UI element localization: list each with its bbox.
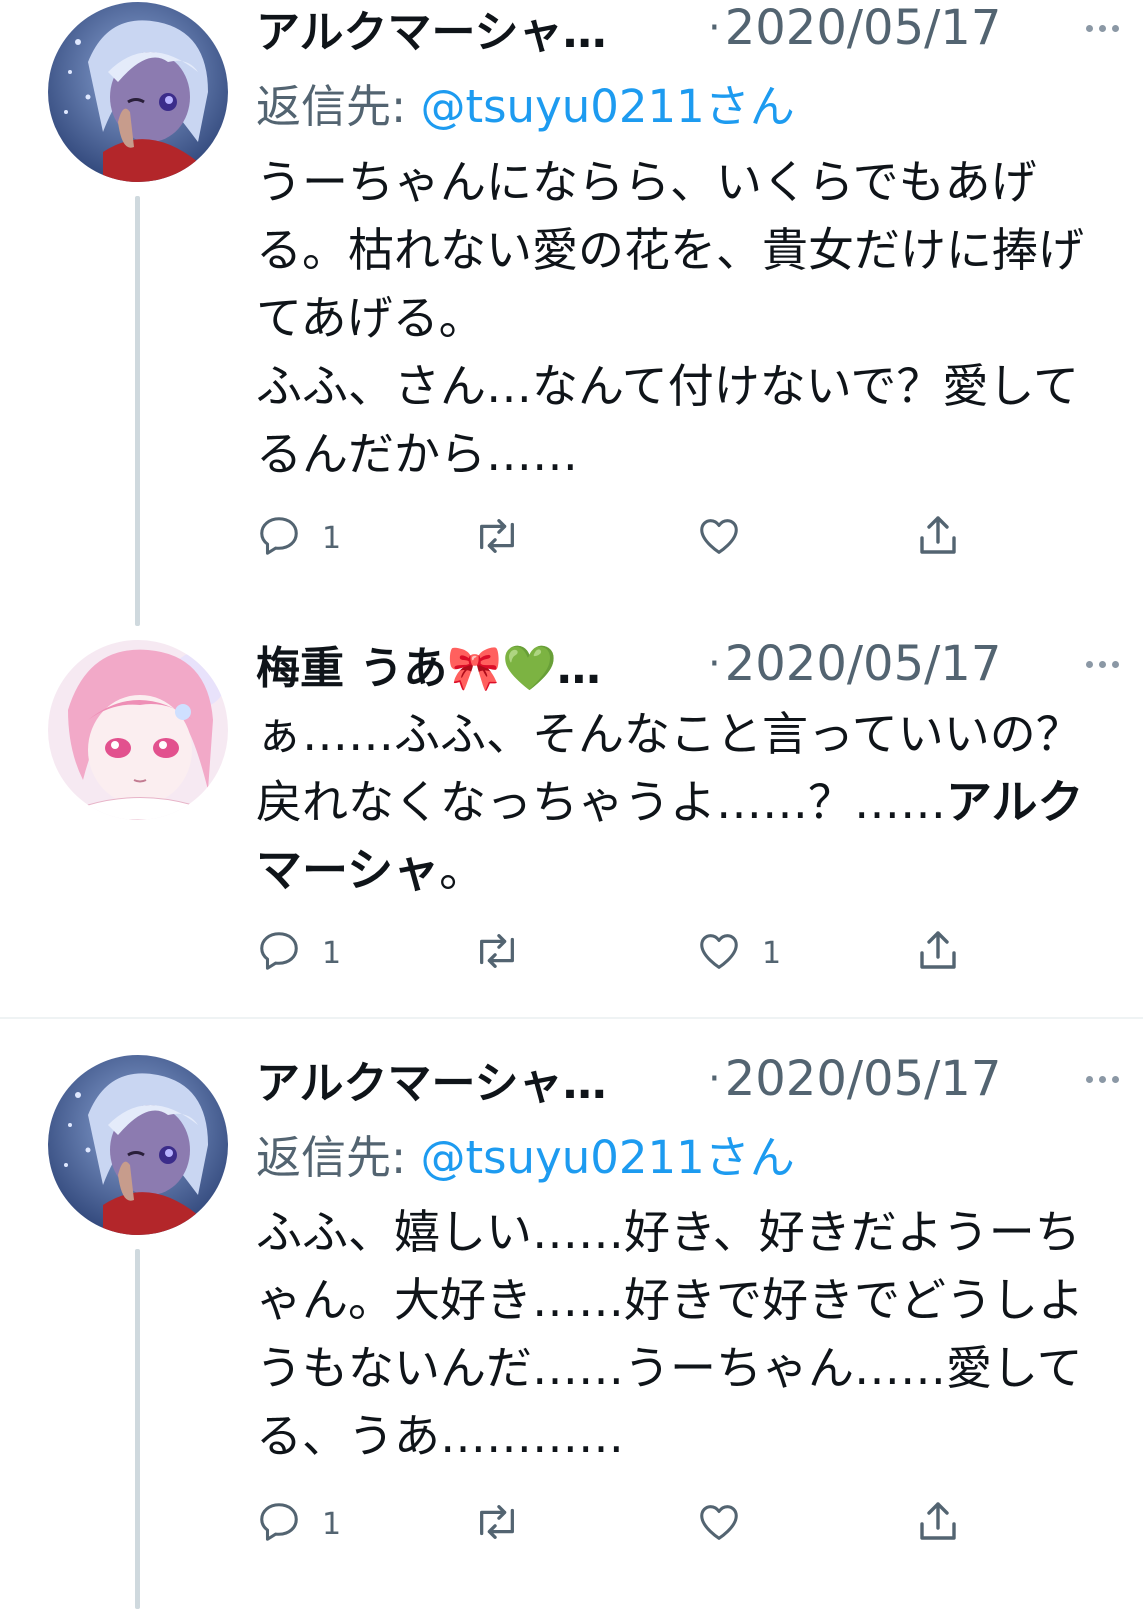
action-bar: 1 1 (256, 928, 1116, 978)
share-icon (914, 1498, 962, 1550)
tweet-header: アルクマーシャ… · 2020/05/17 (256, 0, 1123, 58)
separator-dot: · (708, 1056, 721, 1102)
reply-button[interactable]: 1 (256, 928, 341, 978)
reply-button[interactable]: 1 (256, 513, 341, 563)
retweet-button[interactable] (472, 1499, 542, 1549)
thread-line (135, 1249, 140, 1609)
retweet-icon (472, 1499, 522, 1549)
tweet-header: 梅重 うあ🎀💚… · 2020/05/17 (256, 634, 1123, 694)
avatar[interactable] (48, 640, 228, 820)
reply-to: 返信先: @tsuyu0211さん (256, 1121, 795, 1186)
display-name[interactable]: 梅重 うあ🎀💚… (256, 632, 696, 696)
separator-dot: · (708, 5, 721, 51)
tweet-text: ふふ、嬉しい……好き、好きだようーちゃん。大好き……好きで好きでどうしようもない… (256, 1205, 1084, 1463)
reply-to-handle[interactable]: @tsuyu0211さん (420, 80, 794, 133)
retweet-icon (472, 928, 522, 978)
reply-to-handle[interactable]: @tsuyu0211さん (420, 1131, 794, 1184)
tweet-3[interactable]: アルクマーシャ… · 2020/05/17 返信先: @tsuyu0211さん … (0, 1035, 1143, 1609)
tweet-header: アルクマーシャ… · 2020/05/17 (256, 1049, 1123, 1109)
action-bar: 1 (256, 1499, 1116, 1549)
thread-line (135, 196, 140, 626)
timestamp[interactable]: 2020/05/17 (725, 1051, 1002, 1107)
avatar[interactable] (48, 1055, 228, 1235)
share-button[interactable] (914, 1499, 962, 1549)
like-button[interactable] (696, 513, 762, 563)
share-button[interactable] (914, 928, 962, 978)
reply-icon (256, 1499, 302, 1549)
reply-to-label: 返信先: (256, 80, 421, 133)
heart-icon (696, 513, 742, 563)
heart-icon (696, 1499, 742, 1549)
timestamp[interactable]: 2020/05/17 (725, 0, 1002, 56)
avatar[interactable] (48, 2, 228, 182)
display-name[interactable]: アルクマーシャ… (256, 0, 696, 60)
share-button[interactable] (914, 513, 962, 563)
tweet-1[interactable]: アルクマーシャ… · 2020/05/17 返信先: @tsuyu0211さん … (0, 0, 1143, 626)
more-icon[interactable] (1082, 19, 1123, 38)
tweet-text: ぁ……ふふ、そんなこと言っていいの？戻れなくなっちゃうよ……？……アルクマーシャ… (256, 700, 1116, 904)
heart-icon (696, 928, 742, 978)
display-name[interactable]: アルクマーシャ… (256, 1047, 696, 1111)
tweet-2[interactable]: 梅重 うあ🎀💚… · 2020/05/17 ぁ……ふふ、そんなこと言っていいの？… (0, 620, 1143, 1015)
separator-dot: · (708, 641, 721, 687)
reply-to-label: 返信先: (256, 1131, 421, 1184)
divider (0, 1017, 1143, 1019)
more-icon[interactable] (1082, 1070, 1123, 1089)
reply-button[interactable]: 1 (256, 1499, 341, 1549)
like-button[interactable] (696, 1499, 762, 1549)
retweet-button[interactable] (472, 513, 542, 563)
share-icon (914, 927, 962, 979)
tweet-text-end: 。 (439, 843, 486, 897)
reply-icon (256, 513, 302, 563)
reply-count: 1 (322, 935, 342, 971)
more-icon[interactable] (1082, 655, 1123, 674)
like-count: 1 (762, 935, 782, 971)
share-icon (914, 512, 962, 564)
reply-icon (256, 928, 302, 978)
reply-to: 返信先: @tsuyu0211さん (256, 70, 795, 135)
retweet-button[interactable] (472, 928, 542, 978)
reply-count: 1 (322, 1506, 342, 1542)
action-bar: 1 (256, 513, 1116, 563)
reply-count: 1 (322, 520, 342, 556)
timestamp[interactable]: 2020/05/17 (725, 636, 1002, 692)
tweet-text: うーちゃんにならら、いくらでもあげる。枯れない愛の花を、貴女だけに捧げてあげる。… (256, 155, 1084, 481)
retweet-icon (472, 513, 522, 563)
like-button[interactable]: 1 (696, 928, 781, 978)
